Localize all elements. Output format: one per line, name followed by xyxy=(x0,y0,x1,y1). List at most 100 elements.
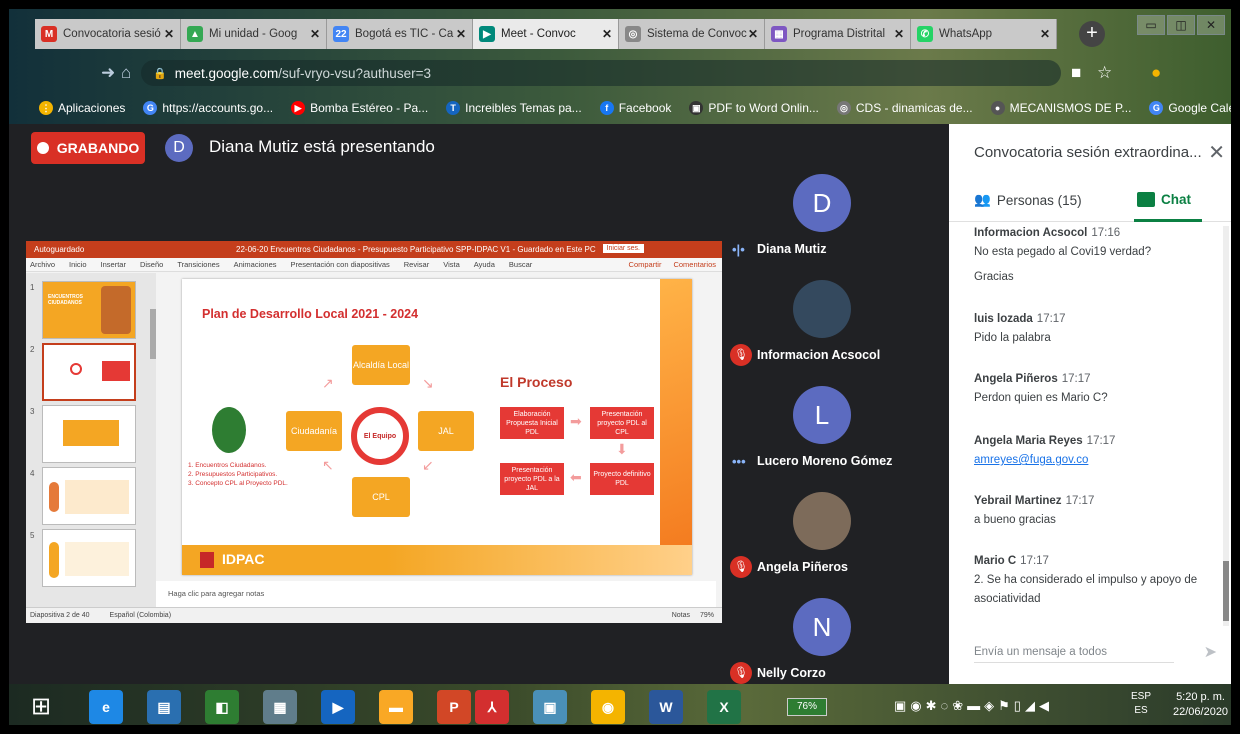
close-tab-icon[interactable]: ✕ xyxy=(164,27,174,41)
ppt-menu-item[interactable]: Presentación con diapositivas xyxy=(291,260,390,269)
browser-tab-active[interactable]: ▶ Meet - Convoc ✕ xyxy=(473,19,619,49)
ie-icon[interactable]: e xyxy=(89,690,123,724)
lenovo-icon[interactable]: ▤ xyxy=(147,690,181,724)
ppt-menu-item[interactable]: Transiciones xyxy=(177,260,219,269)
thumb-diagram xyxy=(65,480,129,514)
language-indicator[interactable]: ESP ES xyxy=(1131,690,1151,718)
calculator-icon[interactable]: ▦ xyxy=(263,690,297,724)
forward-icon[interactable]: ➜ xyxy=(101,63,115,83)
ppt-menu-item[interactable]: Insertar xyxy=(101,260,126,269)
participant-tile[interactable]: 🎙 Angela Piñeros xyxy=(722,486,922,592)
home-icon[interactable]: ⌂ xyxy=(121,63,131,83)
ppt-menu-item[interactable]: Vista xyxy=(443,260,460,269)
citizen-illustration xyxy=(212,407,246,453)
google-icon: G xyxy=(143,101,158,115)
word-icon[interactable]: W xyxy=(649,690,683,724)
media-player-icon[interactable]: ▶ xyxy=(321,690,355,724)
tab-people[interactable]: 👥 Personas (15) xyxy=(974,192,1082,208)
camera-icon[interactable]: ■ xyxy=(1071,63,1081,83)
browser-tab[interactable]: ▲ Mi unidad - Goog ✕ xyxy=(181,19,327,49)
cycle-arrow-icon: ↘ xyxy=(422,375,434,391)
bookmark-label: Bomba Estéreo - Pa... xyxy=(310,101,429,115)
message-sender: luis lozada xyxy=(974,313,1033,325)
close-icon[interactable]: ✕ xyxy=(1208,140,1225,165)
recording-label: GRABANDO xyxy=(56,140,140,156)
close-tab-icon[interactable]: ✕ xyxy=(894,27,904,41)
bookmark-item[interactable]: T Increibles Temas pa... xyxy=(446,101,582,115)
ppt-comments-button[interactable]: Comentarios xyxy=(673,260,716,269)
star-icon[interactable]: ☆ xyxy=(1097,63,1112,83)
zoom-level[interactable]: 79% xyxy=(700,612,714,619)
browser-tab[interactable]: ✆ WhatsApp ✕ xyxy=(911,19,1057,49)
participant-tile[interactable]: N 🎙 Nelly Corzo xyxy=(722,592,922,698)
browser-tab[interactable]: M Convocatoria sesió ✕ xyxy=(35,19,181,49)
slide-thumb[interactable]: ENCUENTROS CIUDADANOS xyxy=(42,281,136,339)
chat-scrollbar[interactable] xyxy=(1223,226,1229,626)
scroll-thumb[interactable] xyxy=(1223,561,1229,621)
slide-thumb-selected[interactable] xyxy=(42,343,136,401)
send-icon[interactable]: ➤ xyxy=(1204,642,1217,662)
close-tab-icon[interactable]: ✕ xyxy=(1040,27,1050,41)
notes-pane[interactable]: Haga clic para agregar notas xyxy=(156,581,716,607)
ppt-menu-item[interactable]: Ayuda xyxy=(474,260,495,269)
store-icon[interactable]: ◧ xyxy=(205,690,239,724)
bookmark-item[interactable]: ◎ CDS - dinamicas de... xyxy=(836,101,973,115)
ppt-menu-item[interactable]: Inicio xyxy=(69,260,87,269)
thumb-number: 2 xyxy=(30,345,35,354)
system-tray-icons[interactable]: ▣◉✱◌❀▬◈⚑▯◢◀ xyxy=(894,698,1053,714)
ppt-signin-button[interactable]: Iniciar ses. xyxy=(602,244,644,253)
maximize-button[interactable]: ◫ xyxy=(1167,15,1195,35)
battery-indicator[interactable]: 76% xyxy=(787,698,827,716)
browser-tab[interactable]: ◎ Sistema de Convoc ✕ xyxy=(619,19,765,49)
excel-icon[interactable]: X xyxy=(707,690,741,724)
browser-tab[interactable]: 22 Bogotá es TIC - Ca ✕ xyxy=(327,19,473,49)
clock[interactable]: 5:20 p. m. 22/06/2020 xyxy=(1173,690,1228,720)
screen-share-icon[interactable]: ▣ xyxy=(533,690,567,724)
ppt-menu-item[interactable]: Archivo xyxy=(30,260,55,269)
slide-thumb[interactable] xyxy=(42,529,136,587)
powerpoint-icon[interactable]: P xyxy=(437,690,471,724)
tab-title: WhatsApp xyxy=(939,28,993,40)
new-tab-button[interactable]: + xyxy=(1079,21,1105,47)
participant-tile[interactable]: L ••• Lucero Moreno Gómez xyxy=(722,380,922,486)
node-cpl: CPL xyxy=(352,477,410,517)
bookmark-item[interactable]: ▣ PDF to Word Onlin... xyxy=(689,101,819,115)
message-link[interactable]: amreyes@fuga.gov.co xyxy=(974,454,1088,466)
apps-icon: ⋮ xyxy=(39,101,53,115)
ppt-share-button[interactable]: Compartir xyxy=(629,260,662,269)
address-bar[interactable]: 🔒 meet.google.com/suf-vryo-vsu?authuser=… xyxy=(141,60,1061,86)
close-tab-icon[interactable]: ✕ xyxy=(456,27,466,41)
profile-avatar[interactable]: ● xyxy=(1151,63,1161,83)
bookmark-item[interactable]: ● MECANISMOS DE P... xyxy=(990,101,1131,115)
minimize-button[interactable]: ▭ xyxy=(1137,15,1165,35)
close-tab-icon[interactable]: ✕ xyxy=(748,27,758,41)
browser-tab[interactable]: ▦ Programa Distrital ✕ xyxy=(765,19,911,49)
thumbnail-scrollbar[interactable] xyxy=(150,309,156,359)
ppt-menu-item[interactable]: Diseño xyxy=(140,260,163,269)
slide-thumb[interactable] xyxy=(42,467,136,525)
close-tab-icon[interactable]: ✕ xyxy=(310,27,320,41)
thumb-number: 1 xyxy=(30,283,35,292)
participant-tile[interactable]: 🎙 Informacion Acsocol xyxy=(722,274,922,380)
close-tab-icon[interactable]: ✕ xyxy=(602,27,612,41)
close-window-button[interactable]: ✕ xyxy=(1197,15,1225,35)
ppt-menu-item[interactable]: Buscar xyxy=(509,260,532,269)
bookmark-item[interactable]: Ghttps://accounts.go... xyxy=(143,101,273,115)
bookmark-label: Google Calendar xyxy=(1168,101,1234,115)
bookmark-item[interactable]: ▶ Bomba Estéreo - Pa... xyxy=(291,101,428,115)
message-text: Pido la palabra xyxy=(974,332,1051,344)
participant-tile[interactable]: D •|• Diana Mutiz xyxy=(722,168,922,274)
ppt-menu-item[interactable]: Revisar xyxy=(404,260,429,269)
ppt-menu-item[interactable]: Animaciones xyxy=(234,260,277,269)
chat-message-input[interactable]: Envía un mensaje a todos xyxy=(974,646,1174,663)
chrome-icon[interactable]: ◉ xyxy=(591,690,625,724)
tab-chat[interactable]: Chat xyxy=(1137,192,1191,207)
bookmark-item[interactable]: ⋮ Aplicaciones xyxy=(39,101,125,115)
notes-button[interactable]: Notas xyxy=(672,612,690,619)
windows-start-icon[interactable]: ⊞ xyxy=(31,692,51,721)
slide-thumb[interactable] xyxy=(42,405,136,463)
bookmark-item[interactable]: f Facebook xyxy=(599,101,671,115)
file-explorer-icon[interactable]: ▬ xyxy=(379,690,413,724)
bookmark-item[interactable]: G Google Calendar xyxy=(1149,101,1234,115)
acrobat-icon[interactable]: ⅄ xyxy=(475,690,509,724)
